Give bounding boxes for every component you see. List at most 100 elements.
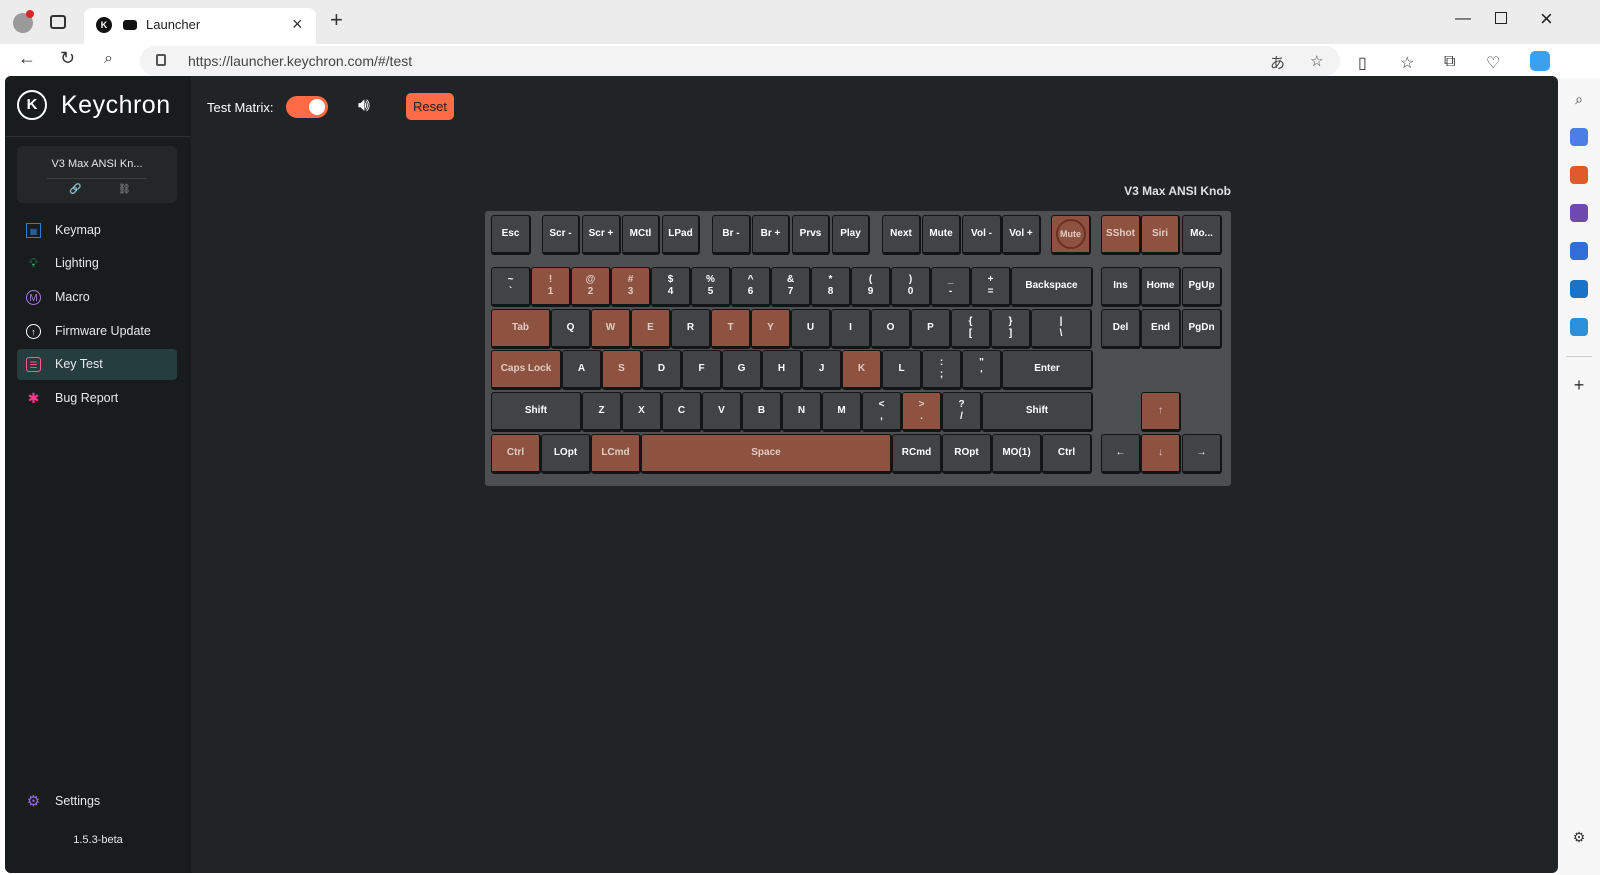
browser-tab[interactable]: K Launcher × [84, 8, 316, 44]
key-next[interactable]: Next [882, 215, 921, 255]
key-4[interactable]: $4 [651, 267, 691, 307]
games-icon[interactable] [1570, 204, 1588, 222]
key-symbol[interactable]: <, [862, 392, 902, 432]
key-9[interactable]: (9 [851, 267, 891, 307]
key-scr[interactable]: Scr - [542, 215, 580, 255]
key-y[interactable]: Y [751, 309, 791, 349]
key-l[interactable]: L [882, 350, 922, 390]
key-end[interactable]: End [1141, 309, 1181, 349]
key-del[interactable]: Del [1101, 309, 1141, 349]
key-scr[interactable]: Scr + [582, 215, 621, 255]
key-symbol[interactable]: | \ [1031, 309, 1092, 349]
sidebar-item-firmware-update[interactable]: ↑ Firmware Update [17, 316, 177, 347]
key-vol[interactable]: Vol + [1002, 215, 1041, 255]
lock-icon[interactable] [156, 54, 166, 66]
browser-essentials-icon[interactable]: ♡ [1486, 53, 1500, 73]
key-lopt[interactable]: LOpt [541, 434, 591, 474]
key-esc[interactable]: Esc [491, 215, 531, 255]
key-sshot[interactable]: SShot [1101, 215, 1141, 255]
key-5[interactable]: % 5 [691, 267, 731, 307]
key-symbol[interactable]: :; [922, 350, 962, 390]
key-prvs[interactable]: Prvs [792, 215, 830, 255]
key-1[interactable]: ! 1 [531, 267, 571, 307]
key-symbol[interactable]: ~ ` [491, 267, 531, 307]
key-enter[interactable]: Enter [1002, 350, 1093, 390]
key-p[interactable]: P [911, 309, 951, 349]
close-window-icon[interactable]: × [1540, 6, 1553, 32]
key-rcmd[interactable]: RCmd [892, 434, 942, 474]
sidebar-item-lighting[interactable]: 💡︎ Lighting [17, 248, 177, 279]
key-g[interactable]: G [722, 350, 762, 390]
key-m[interactable]: M [822, 392, 862, 432]
key-d[interactable]: D [642, 350, 682, 390]
key-shift[interactable]: Shift [982, 392, 1093, 432]
key-br[interactable]: Br + [752, 215, 790, 255]
key-lpad[interactable]: LPad [662, 215, 700, 255]
key-i[interactable]: I [831, 309, 871, 349]
key-f[interactable]: F [682, 350, 722, 390]
speaker-volume-icon[interactable]: 🔊︎ [358, 95, 370, 117]
key-7[interactable]: & 7 [771, 267, 811, 307]
read-aloud-icon[interactable]: あ [1270, 52, 1285, 73]
test-matrix-toggle[interactable] [286, 96, 328, 118]
key-mctl[interactable]: MCtl [622, 215, 660, 255]
key-symbol[interactable]: {[ [951, 309, 991, 349]
key-w[interactable]: W [591, 309, 631, 349]
outlook-icon[interactable] [1570, 280, 1588, 298]
key-shift[interactable]: Shift [491, 392, 582, 432]
add-icon[interactable]: + [1570, 376, 1588, 394]
settings-gear-icon[interactable]: ⚙ [1570, 828, 1588, 846]
collections-icon[interactable]: ⧉ [1444, 53, 1455, 71]
key-symbol[interactable]: ↑ [1141, 392, 1181, 432]
key-home[interactable]: Home [1141, 267, 1181, 307]
connect-link-icon[interactable]: 🔗 [69, 184, 81, 195]
key-pgup[interactable]: PgUp [1182, 267, 1222, 307]
key-h[interactable]: H [762, 350, 802, 390]
sidebar-item-key-test[interactable]: ☰ Key Test [17, 349, 177, 380]
key-s[interactable]: S [602, 350, 642, 390]
key-mo-1[interactable]: MO(1) [992, 434, 1042, 474]
key-ins[interactable]: Ins [1101, 267, 1141, 307]
search-icon[interactable]: ⌕ [104, 50, 113, 68]
key-o[interactable]: O [871, 309, 911, 349]
maximize-icon[interactable] [1495, 12, 1507, 24]
key-mute[interactable]: Mute [922, 215, 961, 255]
sidebar-item-settings[interactable]: ⚙ Settings [17, 786, 177, 817]
microsoft365-icon[interactable] [1570, 242, 1588, 260]
key-a[interactable]: A [562, 350, 602, 390]
key-br[interactable]: Br - [712, 215, 751, 255]
key-space[interactable]: Space [641, 434, 892, 474]
key-play[interactable]: Play [832, 215, 870, 255]
sidebar-item-bug-report[interactable]: ✱ Bug Report [17, 383, 177, 414]
knob-key[interactable]: Mute [1051, 215, 1091, 255]
search-icon[interactable]: ⌕ [1570, 90, 1588, 108]
tools-icon[interactable] [1570, 166, 1588, 184]
key-u[interactable]: U [791, 309, 831, 349]
key-ropt[interactable]: ROpt [942, 434, 992, 474]
key-siri[interactable]: Siri [1141, 215, 1180, 255]
key-symbol[interactable]: }] [991, 309, 1031, 349]
key-n[interactable]: N [782, 392, 822, 432]
copilot-icon[interactable] [1530, 51, 1550, 71]
key-b[interactable]: B [742, 392, 782, 432]
reset-button[interactable]: Reset [406, 93, 454, 120]
key-3[interactable]: #3 [611, 267, 651, 307]
key-ctrl[interactable]: Ctrl [1042, 434, 1092, 474]
key-6[interactable]: ^ 6 [731, 267, 771, 307]
key-symbol[interactable]: _ - [931, 267, 971, 307]
key-e[interactable]: E [631, 309, 671, 349]
key-lcmd[interactable]: LCmd [591, 434, 641, 474]
favorite-star-icon[interactable]: ☆ [1310, 52, 1323, 70]
favorites-icon[interactable]: ☆ [1400, 53, 1414, 73]
disconnect-link-icon[interactable]: ⛓ [118, 184, 131, 195]
back-icon[interactable]: ← [18, 48, 36, 69]
split-screen-icon[interactable]: ▯ [1358, 53, 1367, 73]
key-z[interactable]: Z [582, 392, 622, 432]
key-symbol[interactable]: " ' [962, 350, 1002, 390]
sidebar-item-keymap[interactable]: ▦ Keymap [17, 215, 177, 246]
key-q[interactable]: Q [551, 309, 591, 349]
key-symbol[interactable]: ← [1101, 434, 1141, 474]
key-c[interactable]: C [662, 392, 702, 432]
key-vol[interactable]: Vol - [962, 215, 1002, 255]
key-mo[interactable]: Mo... [1182, 215, 1222, 255]
